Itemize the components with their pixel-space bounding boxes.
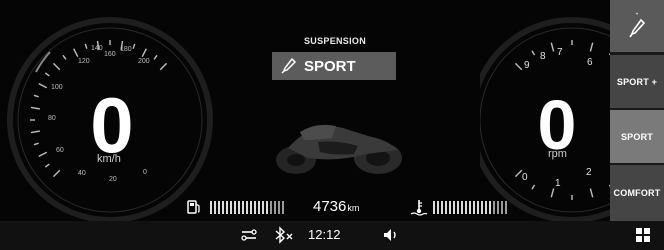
rpm-tick-2: 2 xyxy=(586,167,592,178)
speed-tick-40: 40 xyxy=(78,170,86,177)
speaker-icon[interactable] xyxy=(382,227,400,243)
suspension-title: SUSPENSION xyxy=(303,36,366,46)
fuel-icon xyxy=(187,200,200,214)
link-icon[interactable] xyxy=(240,227,258,243)
clock-time: 12:12 xyxy=(308,227,341,242)
motorcycle-image xyxy=(276,124,402,174)
mode-sport-plus-label: SPORT + xyxy=(616,76,658,87)
suspension-icon xyxy=(281,57,297,74)
speed-tick-20: 20 xyxy=(109,176,117,183)
suspension-mode-label: SPORT xyxy=(304,57,356,75)
speed-unit: km/h xyxy=(97,153,121,165)
status-bar: 12:12 xyxy=(0,221,664,250)
grid-menu-icon[interactable] xyxy=(636,228,650,242)
mode-sport-label: SPORT xyxy=(620,131,653,142)
rpm-tick-0: 0 xyxy=(522,172,528,183)
rpm-tick-9: 9 xyxy=(524,60,530,71)
speed-tick-0: 0 xyxy=(143,169,147,176)
odometer-value: 4736 xyxy=(313,198,347,215)
suspension-mode-box: SPORT xyxy=(272,52,396,80)
speed-tick-200: 200 xyxy=(138,58,150,65)
rpm-tick-1: 1 xyxy=(555,178,561,189)
speed-tick-120: 120 xyxy=(78,58,90,65)
dashboard-screen: 200 180 160 140 120 100 80 60 40 20 0 0 … xyxy=(0,0,664,250)
mode-sport-button[interactable]: SPORT xyxy=(610,110,664,163)
odometer: 4736km xyxy=(313,198,359,215)
suspension-side-menu: • SPORT + SPORT COMFORT xyxy=(610,0,664,221)
speed-tick-160: 160 xyxy=(104,51,116,58)
instrument-cluster: 200 180 160 140 120 100 80 60 40 20 0 0 … xyxy=(0,0,610,221)
speed-tick-140: 140 xyxy=(91,45,103,52)
speed-tick-60: 60 xyxy=(56,147,64,154)
mode-comfort-button[interactable]: COMFORT xyxy=(610,165,664,221)
fuel-level-bars xyxy=(210,201,284,214)
rpm-tick-8: 8 xyxy=(540,51,546,62)
coolant-temp-icon xyxy=(410,200,428,216)
rpm-tick-6: 6 xyxy=(587,57,593,68)
speed-tick-80: 80 xyxy=(48,115,56,122)
speed-tick-180: 180 xyxy=(120,46,132,53)
bluetooth-off-icon[interactable] xyxy=(273,226,295,244)
coolant-level-bars xyxy=(433,201,507,214)
odometer-unit: km xyxy=(347,203,360,213)
rpm-tick-7: 7 xyxy=(557,47,563,58)
side-menu-header[interactable]: • xyxy=(610,0,664,52)
mode-sport-plus-button[interactable]: SPORT + xyxy=(610,55,664,108)
mode-comfort-label: COMFORT xyxy=(613,188,661,198)
suspension-icon xyxy=(629,18,646,38)
speed-tick-100: 100 xyxy=(51,84,63,91)
rpm-unit: rpm xyxy=(548,148,567,160)
